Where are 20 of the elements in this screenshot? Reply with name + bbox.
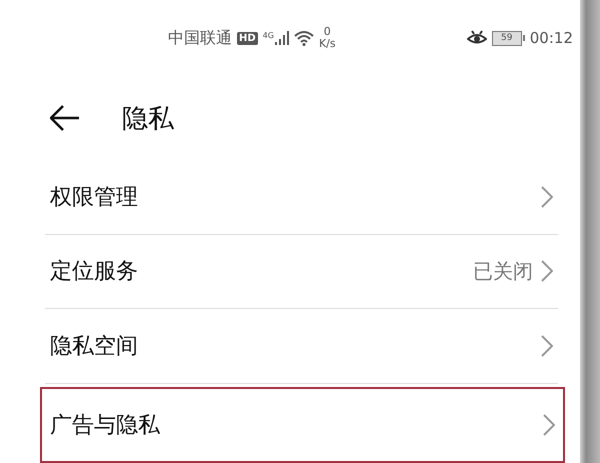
speed-value: 0 <box>324 26 331 38</box>
settings-item[interactable]: 隐私空间 <box>45 309 558 384</box>
chevron-icon <box>541 260 553 282</box>
speed-unit: K/s <box>318 38 336 50</box>
clock-time: 00:12 <box>530 29 573 48</box>
eye-icon <box>466 30 487 46</box>
page-title: 隐私 <box>122 102 174 136</box>
back-arrow-icon[interactable] <box>50 105 80 132</box>
wifi-icon <box>294 30 314 46</box>
network-type: 4G <box>262 31 274 40</box>
settings-item[interactable]: 定位服务 已关闭 <box>45 234 558 310</box>
settings-item[interactable]: 广告与隐私 <box>40 386 565 463</box>
carrier-name: 中国联通 <box>168 28 232 49</box>
battery-level: 59 <box>492 30 522 46</box>
signal-icon <box>274 31 289 46</box>
chevron-icon <box>543 414 555 436</box>
settings-item[interactable]: 权限管理 <box>45 160 558 235</box>
chevron-icon <box>541 186 553 208</box>
hd-badge: HD <box>237 32 258 45</box>
chevron-icon <box>541 334 553 357</box>
